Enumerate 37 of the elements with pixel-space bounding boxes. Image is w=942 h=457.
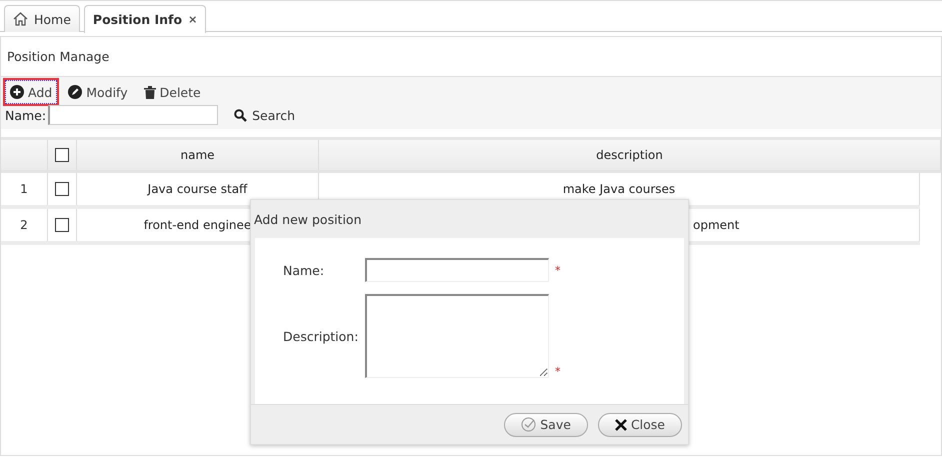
tab[interactable]: Home [4, 5, 80, 32]
name-field[interactable] [365, 258, 549, 282]
row-number: 1 [1, 173, 48, 205]
field-label: Description: [282, 328, 360, 344]
field-label: Name: [282, 262, 326, 278]
toolbar-button[interactable]: Add [5, 80, 58, 104]
toolbar-button[interactable]: Modify [63, 80, 133, 104]
search-field[interactable] [48, 105, 218, 125]
checkbox[interactable] [55, 182, 69, 196]
check-circle-icon [521, 417, 536, 432]
close-tab-button[interactable]: × [188, 13, 198, 26]
table-cell: Java course staff [148, 182, 248, 196]
search-button[interactable]: Search [228, 106, 302, 124]
tab[interactable]: Position Info × [84, 5, 206, 33]
toolbar-button[interactable]: Delete [138, 80, 206, 104]
dialog-title: Add new position [253, 210, 362, 229]
required-mark: * [555, 365, 560, 378]
column-header[interactable]: name [180, 148, 215, 162]
home-icon [13, 12, 28, 26]
required-mark: * [555, 264, 560, 276]
checkbox[interactable] [55, 148, 69, 162]
row-number: 2 [1, 209, 48, 241]
trash-icon [144, 86, 156, 98]
search-icon [234, 108, 248, 122]
table-cell: make Java courses [562, 182, 676, 196]
panel-title: Position Manage [6, 48, 110, 66]
description-field[interactable] [365, 294, 549, 378]
close-button[interactable]: Close [598, 412, 682, 436]
column-header[interactable]: description [596, 148, 663, 162]
plus-icon [10, 85, 24, 99]
pencil-icon [68, 85, 82, 99]
table-cell: front-end enginee [144, 218, 252, 232]
save-button[interactable]: Save [504, 412, 588, 436]
close-icon [614, 418, 627, 430]
table-cell: opment [693, 218, 740, 232]
field-label: Name: [5, 108, 46, 122]
checkbox[interactable] [55, 218, 69, 232]
